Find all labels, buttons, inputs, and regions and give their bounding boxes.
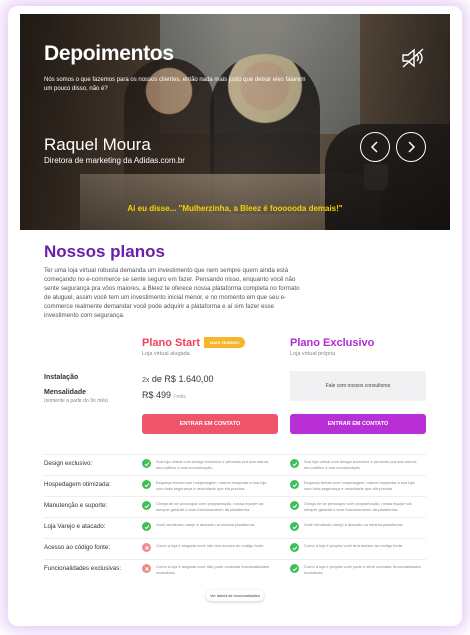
feature-row-divider	[44, 454, 426, 455]
testimonials-subtitle: Nós somos o que fazemos para os nossos c…	[44, 77, 306, 92]
feature-label: Acesso ao código fonte:	[44, 544, 111, 551]
exclusive-feature-text: Como a loja é própria você terá acesso a…	[304, 543, 404, 548]
check-icon	[142, 459, 151, 468]
plans-description: Ter uma loja virtual robusta demanda um …	[44, 267, 300, 319]
check-icon	[142, 501, 151, 510]
feature-row-divider	[44, 475, 426, 476]
setup-multiplier: 2x	[142, 377, 150, 384]
plan-exclusive-tag: Loja virtual própria	[290, 351, 336, 357]
start-monthly-price: R$ 499 / mês	[142, 390, 186, 400]
next-testimonial-button[interactable]	[396, 132, 426, 162]
feature-row-divider	[44, 559, 426, 560]
exclusive-feature-text: Você vendendo varejo e atacado na mesma …	[304, 522, 404, 527]
testimonial-author-name: Raquel Moura	[44, 135, 151, 154]
exclusive-feature-text: Como a loja é própria você pode e deve c…	[304, 564, 421, 575]
best-seller-badge: MAIS VENDIDO	[204, 337, 246, 348]
cross-icon	[142, 543, 151, 552]
start-setup-price: 2x de R$ 1.640,00	[142, 374, 213, 384]
check-icon	[142, 480, 151, 489]
start-feature-text: Sua loja virtual com design exclusivo e …	[156, 459, 269, 470]
start-feature-text: Esqueça temas com hospedagem, vamos hosp…	[156, 480, 267, 491]
check-icon	[290, 543, 299, 552]
monthly-label: Mensalidade	[44, 389, 87, 396]
exclusive-contact-button[interactable]: ENTRAR EM CONTATO	[290, 414, 426, 434]
setup-price: de R$ 1.640,00	[151, 374, 214, 384]
feature-label: Hospedagem otimizada:	[44, 481, 111, 488]
cross-icon	[142, 564, 151, 573]
feature-label: Loja Varejo e atacado:	[44, 523, 106, 530]
feature-label: Design exclusivo:	[44, 460, 93, 467]
monthly-note: (somente a partir do 3o mês)	[44, 398, 109, 404]
start-feature-text: Você vendendo varejo e atacado na mesma …	[156, 522, 256, 527]
plans-title: Nossos planos	[44, 242, 165, 261]
start-contact-button[interactable]: ENTRAR EM CONTATO	[142, 414, 278, 434]
plan-exclusive-name: Plano Exclusivo	[290, 337, 375, 349]
chevron-right-icon	[408, 141, 416, 153]
check-icon	[290, 564, 299, 573]
exclusive-feature-text: Chega de se preocupar com programação, n…	[304, 501, 412, 512]
testimonials-hero: Depoimentos Nós somos o que fazemos para…	[20, 14, 450, 230]
feature-row-divider	[44, 517, 426, 518]
check-icon	[290, 480, 299, 489]
check-icon	[290, 459, 299, 468]
see-features-table-button[interactable]: Ver tabela de funcionalidades	[206, 590, 264, 601]
monthly-unit: / mês	[173, 394, 186, 400]
plan-start-name: Plano Start	[142, 337, 201, 349]
start-feature-text: Como a loja é alugada você não tem acess…	[156, 543, 265, 548]
check-icon	[142, 522, 151, 531]
check-icon	[290, 522, 299, 531]
feature-row-divider	[44, 496, 426, 497]
testimonial-quote: Ai eu disse... "Mulherzinha, a Bleez é f…	[127, 204, 343, 213]
start-feature-text: Como a loja é alugada você não pode cont…	[156, 564, 270, 575]
feature-label: Manutenção e suporte:	[44, 502, 108, 509]
page-card: Depoimentos Nós somos o que fazemos para…	[20, 14, 450, 610]
check-icon	[290, 501, 299, 510]
exclusive-feature-text: Sua loja virtual com design exclusivo e …	[304, 459, 417, 470]
feature-row-divider	[44, 538, 426, 539]
chevron-left-icon	[370, 141, 378, 153]
speaker-muted-icon[interactable]	[400, 46, 426, 70]
setup-label: Instalação	[44, 374, 79, 381]
start-feature-text: Chega de se preocupar com programação, n…	[156, 501, 264, 512]
testimonial-author-role: Diretora de marketing da Adidas.com.br	[44, 156, 185, 165]
plan-start-tag: Loja virtual alugada	[142, 351, 190, 357]
exclusive-contact-box: Fale com nossos consultores	[290, 371, 426, 401]
feature-label: Funcionalidades exclusivas:	[44, 565, 122, 572]
previous-testimonial-button[interactable]	[360, 132, 390, 162]
testimonials-title: Depoimentos	[44, 42, 174, 65]
monthly-price: R$ 499	[142, 390, 172, 400]
exclusive-feature-text: Esqueça temas com hospedagem, vamos hosp…	[304, 480, 415, 491]
